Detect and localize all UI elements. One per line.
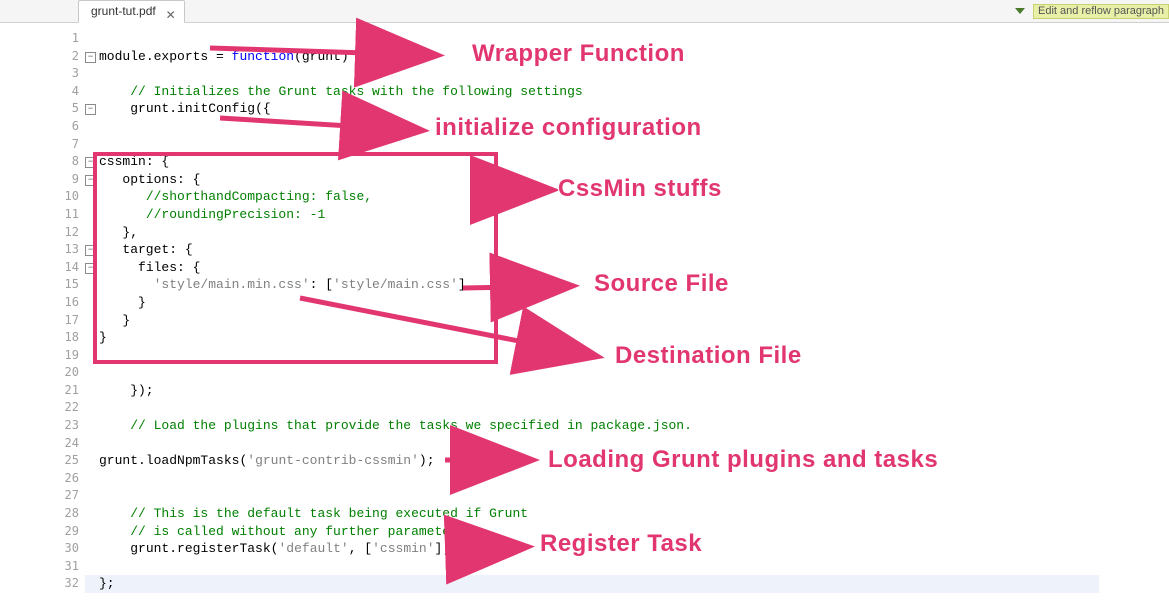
line-number: 19: [55, 347, 85, 365]
code-line: [85, 487, 1099, 505]
annotation-cssmin: CssMin stuffs: [558, 175, 722, 203]
line-number: 30: [55, 540, 85, 558]
line-number: 6: [55, 118, 85, 136]
line-number: 17: [55, 312, 85, 330]
code-line: [85, 399, 1099, 417]
code-line: // Initializes the Grunt tasks with the …: [85, 83, 1099, 101]
line-number: 11: [55, 206, 85, 224]
line-number: 24: [55, 435, 85, 453]
annotation-wrapper: Wrapper Function: [472, 40, 685, 68]
line-number: 8: [55, 153, 85, 171]
line-number: 13: [55, 241, 85, 259]
code-line: });: [85, 382, 1099, 400]
line-number: 27: [55, 487, 85, 505]
line-gutter: 1234567891011121314151617181920212223242…: [55, 30, 85, 593]
line-number: 18: [55, 329, 85, 347]
line-number: 25: [55, 452, 85, 470]
line-number: 15: [55, 276, 85, 294]
line-number: 21: [55, 382, 85, 400]
line-number: 12: [55, 224, 85, 242]
line-number: 16: [55, 294, 85, 312]
cssmin-highlight-box: [93, 152, 498, 364]
line-number: 14: [55, 259, 85, 277]
annotation-dest: Destination File: [615, 342, 802, 370]
line-number: 2: [55, 48, 85, 66]
sticky-note-label: Edit and reflow paragraph: [1038, 5, 1164, 17]
code-line: [85, 558, 1099, 576]
line-number: 9: [55, 171, 85, 189]
code-line: [85, 364, 1099, 382]
code-line: // This is the default task being execut…: [85, 505, 1099, 523]
tab-bar: grunt-tut.pdf ✕ Edit and reflow paragrap…: [0, 0, 1169, 23]
tab-grunt-tut[interactable]: grunt-tut.pdf ✕: [78, 0, 185, 23]
close-icon[interactable]: ✕: [166, 5, 176, 25]
annotation-register: Register Task: [540, 530, 702, 558]
line-number: 28: [55, 505, 85, 523]
line-number: 20: [55, 364, 85, 382]
line-number: 22: [55, 399, 85, 417]
line-number: 4: [55, 83, 85, 101]
line-number: 7: [55, 136, 85, 154]
annotation-init: initialize configuration: [435, 114, 702, 142]
line-number: 26: [55, 470, 85, 488]
tab-label: grunt-tut.pdf: [91, 4, 156, 18]
annotation-source: Source File: [594, 270, 729, 298]
line-number: 3: [55, 65, 85, 83]
line-number: 29: [55, 523, 85, 541]
line-number: 10: [55, 188, 85, 206]
code-line: // Load the plugins that provide the tas…: [85, 417, 1099, 435]
line-number: 31: [55, 558, 85, 576]
annotation-loading: Loading Grunt plugins and tasks: [548, 446, 938, 474]
code-line: };: [85, 575, 1099, 593]
line-number: 1: [55, 30, 85, 48]
chevron-down-icon[interactable]: [1015, 8, 1025, 14]
line-number: 5: [55, 100, 85, 118]
line-number: 32: [55, 575, 85, 593]
line-number: 23: [55, 417, 85, 435]
top-right-tools: Edit and reflow paragraph: [1015, 0, 1169, 22]
sticky-note-button[interactable]: Edit and reflow paragraph: [1033, 4, 1169, 19]
